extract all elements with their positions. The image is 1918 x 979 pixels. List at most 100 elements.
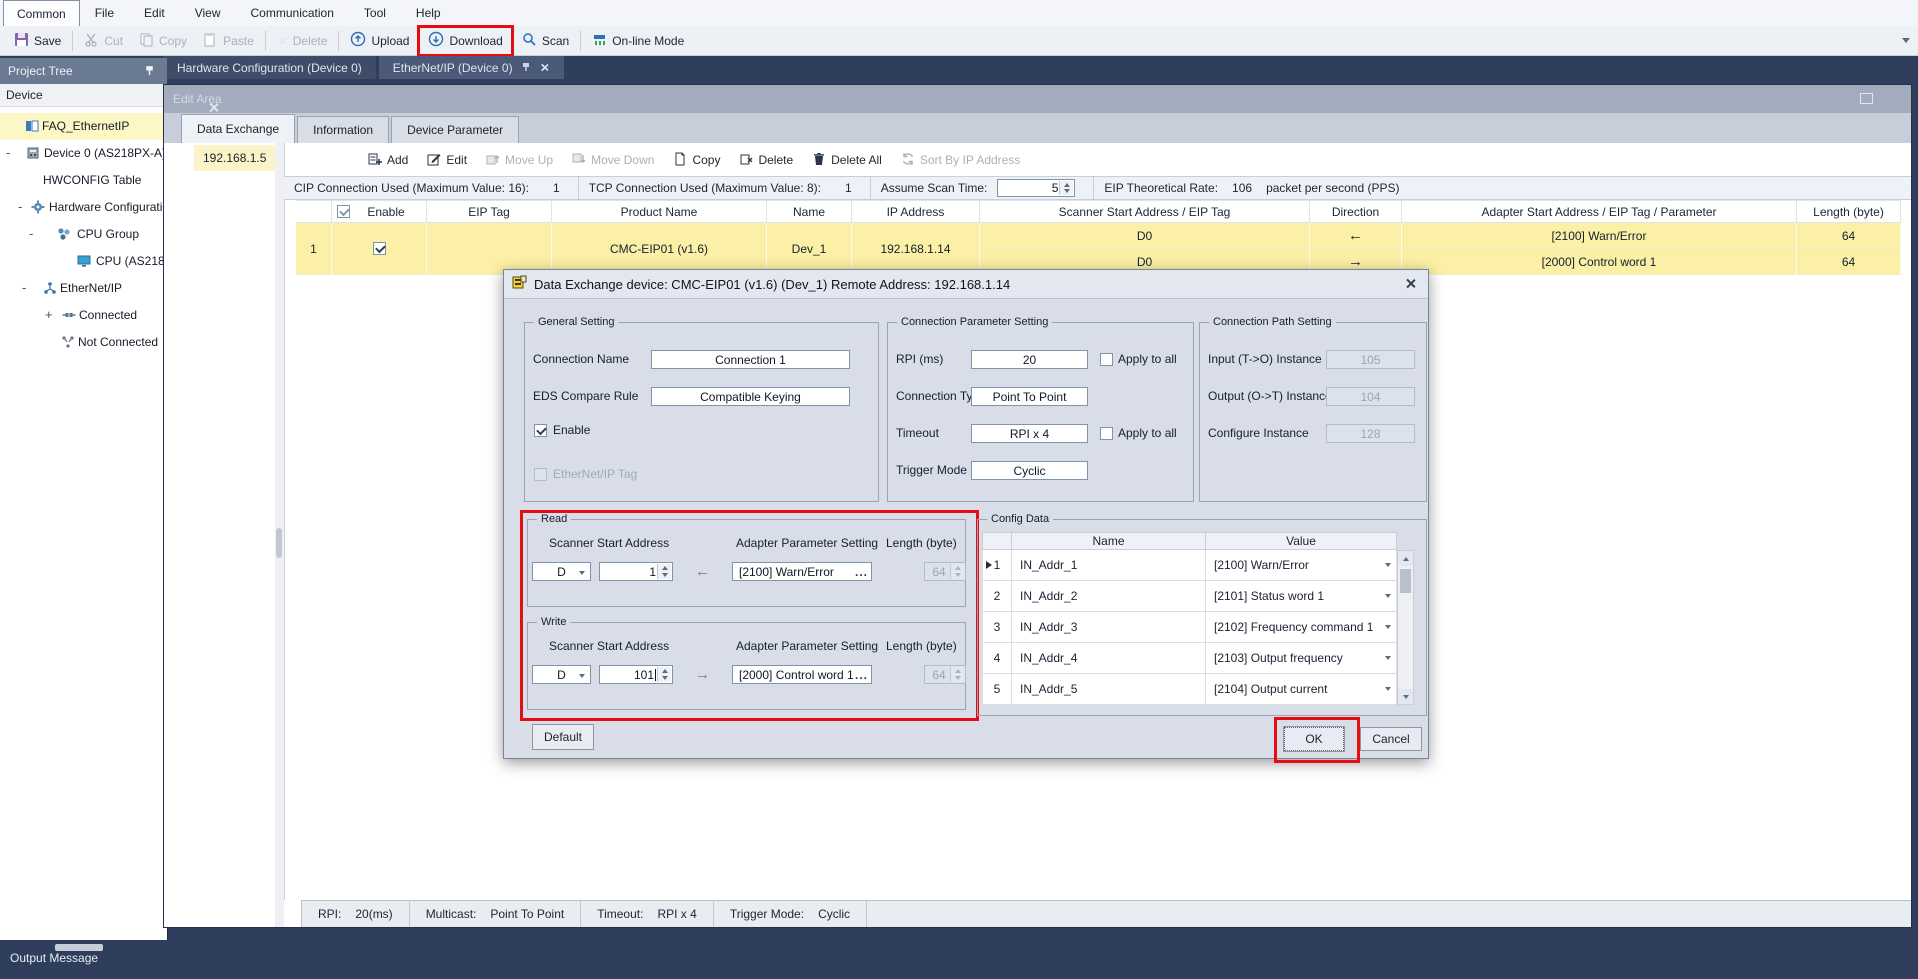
config-row-value-dropdown[interactable]: [2100] Warn/Error [1206,550,1397,581]
spinner-buttons[interactable] [950,667,964,682]
trigger-mode-input[interactable]: Cyclic [971,461,1088,480]
write-device-select[interactable]: D [532,665,591,684]
config-row-value-dropdown[interactable]: [2104] Output current [1206,674,1397,705]
input-instance-field[interactable]: 105 [1326,350,1415,369]
menu-communication[interactable]: Communication [236,0,349,26]
tab-information[interactable]: Information [297,116,389,143]
delete-button[interactable]: Delete [269,28,336,54]
tree-item-device-0[interactable]: Device 0 (AS218PX-A) [0,140,167,167]
tree-item-not-connected[interactable]: Not Connected [0,329,167,356]
write-length-field[interactable]: 64 [924,665,966,684]
menu-view[interactable]: View [180,0,236,26]
timeout-apply-to-all-checkbox[interactable] [1100,427,1113,440]
tree-item-faq-ethernetip[interactable]: FAQ_EthernetIP [0,113,167,140]
add-button[interactable]: Add [368,152,408,169]
connection-name-input[interactable]: Connection 1 [651,350,850,369]
save-button[interactable]: Save [6,28,69,54]
config-row-value-dropdown[interactable]: [2101] Status word 1 [1206,581,1397,612]
ellipsis-icon[interactable]: ... [855,668,868,682]
scroll-down-icon[interactable] [1398,689,1413,704]
table-row[interactable]: 1 CMC-EIP01 (v1.6) Dev_1 192.168.1.14 D0… [296,223,1901,275]
dropdown-icon[interactable] [1385,594,1391,598]
tree-item-ethernet-ip[interactable]: EtherNet/IP [0,275,167,302]
expand-icon[interactable] [45,309,54,320]
paste-button[interactable]: Paste [195,28,262,54]
collapse-icon[interactable] [22,282,31,293]
close-icon[interactable] [1405,278,1416,289]
read-adapter-param-input[interactable]: [2100] Warn/Error ... [732,562,872,581]
scroll-up-icon[interactable] [1398,551,1413,566]
cancel-button[interactable]: Cancel [1360,727,1422,751]
close-icon[interactable] [208,102,219,113]
close-icon[interactable] [540,63,549,72]
tree-root-device[interactable]: Device [0,84,167,107]
scan-time-input[interactable]: 5 [997,179,1075,197]
menu-edit[interactable]: Edit [129,0,180,26]
tree-item-connected[interactable]: Connected [0,302,167,329]
dropdown-icon[interactable] [1385,687,1391,691]
download-button[interactable]: Download [420,28,510,54]
online-mode-button[interactable]: On-line Mode [584,28,692,54]
config-row-value-dropdown[interactable]: [2103] Output frequency [1206,643,1397,674]
dropdown-icon[interactable] [1385,625,1391,629]
read-start-address-input[interactable]: 1 [599,562,673,581]
ethernet-ip-tag-checkbox[interactable] [534,468,547,481]
menu-file[interactable]: File [80,0,129,26]
rpi-apply-to-all-checkbox[interactable] [1100,353,1113,366]
write-adapter-param-input[interactable]: [2000] Control word 1 ... [732,665,872,684]
copy-button[interactable]: Copy [131,28,195,54]
menu-common[interactable]: Common [3,0,80,26]
read-device-select[interactable]: D [532,562,591,581]
sort-by-ip-button[interactable]: Sort By IP Address [901,152,1021,169]
output-instance-field[interactable]: 104 [1326,387,1415,406]
pin-icon[interactable] [144,65,155,79]
output-scrollbar-thumb[interactable] [55,944,103,951]
spinner-buttons[interactable] [1059,181,1073,195]
collapse-icon[interactable] [18,201,27,212]
configure-instance-field[interactable]: 128 [1326,424,1415,443]
tab-device-parameter[interactable]: Device Parameter [391,116,519,143]
tree-item-cpu-group[interactable]: CPU Group [0,221,167,248]
pin-icon[interactable] [521,61,531,75]
eds-compare-rule-input[interactable]: Compatible Keying [651,387,850,406]
ok-button[interactable]: OK [1284,727,1344,751]
menu-tool[interactable]: Tool [349,0,401,26]
tree-item-hwconfig-table[interactable]: HWCONFIG Table [0,167,167,194]
move-up-button[interactable]: Move Up [486,152,553,169]
menu-help[interactable]: Help [401,0,456,26]
dropdown-icon[interactable] [1385,656,1391,660]
tab-hardware-configuration[interactable]: Hardware Configuration (Device 0) [163,56,376,79]
scrollbar-thumb[interactable] [276,528,282,558]
rpi-input[interactable]: 20 [971,350,1088,369]
read-length-field[interactable]: 64 [924,562,966,581]
delete-all-button[interactable]: Delete All [812,152,882,169]
write-start-address-input[interactable]: 101 [599,665,673,684]
collapse-icon[interactable] [29,228,38,239]
spinner-buttons[interactable] [657,667,671,682]
enable-checkbox[interactable] [373,242,386,255]
connection-type-input[interactable]: Point To Point [971,387,1088,406]
tree-item-hardware-configuration[interactable]: Hardware Configuration [0,194,167,221]
config-scrollbar[interactable] [1397,550,1414,705]
scrollbar-thumb[interactable] [1400,569,1411,593]
delete-row-button[interactable]: Delete [739,152,793,169]
select-all-checkbox[interactable] [337,205,350,218]
dropdown-icon[interactable] [1385,563,1391,567]
maximize-icon[interactable] [1860,93,1873,104]
scan-button[interactable]: Scan [514,28,577,54]
default-button[interactable]: Default [532,724,594,750]
tab-ethernet-ip[interactable]: EtherNet/IP (Device 0) [379,56,564,79]
cut-button[interactable]: Cut [76,28,131,54]
dropdown-icon[interactable] [579,571,585,575]
collapse-icon[interactable] [6,147,15,158]
tree-item-cpu[interactable]: CPU (AS218PX-A) [0,248,167,275]
upload-button[interactable]: Upload [342,28,417,54]
tab-data-exchange[interactable]: Data Exchange [181,114,295,143]
config-row-value-dropdown[interactable]: [2102] Frequency command 1 [1206,612,1397,643]
move-down-button[interactable]: Move Down [572,152,654,169]
ellipsis-icon[interactable]: ... [855,565,868,579]
device-list-item[interactable]: 192.168.1.5 [194,145,275,171]
spinner-buttons[interactable] [657,564,671,579]
enable-checkbox[interactable] [534,424,547,437]
spinner-buttons[interactable] [950,564,964,579]
